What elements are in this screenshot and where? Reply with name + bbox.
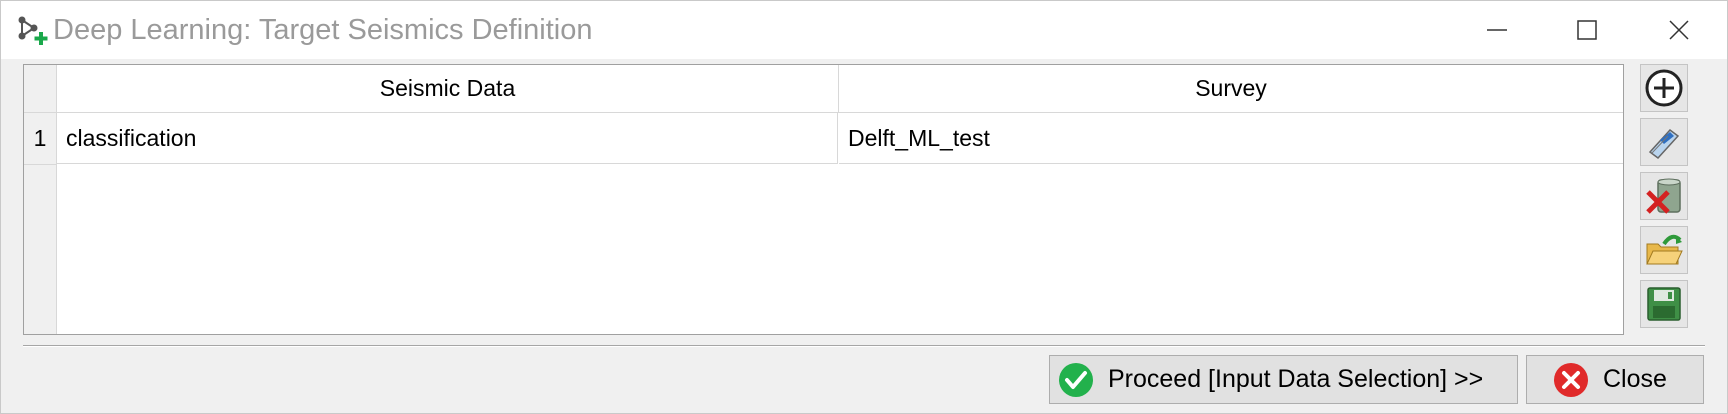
close-icon [1669, 20, 1689, 40]
column-header-survey[interactable]: Survey [839, 65, 1623, 113]
save-icon [1647, 287, 1681, 321]
separator-line [23, 345, 1705, 347]
cell-seismic-data[interactable]: classification [57, 113, 838, 164]
dialog-window: Deep Learning: Target Seismics Definitio… [0, 0, 1728, 414]
title-bar[interactable]: Deep Learning: Target Seismics Definitio… [1, 1, 1727, 59]
network-add-icon [18, 16, 48, 45]
edit-button[interactable] [1640, 118, 1688, 166]
column-header-seismic-data[interactable]: Seismic Data [57, 65, 839, 113]
proceed-label: Proceed [Input Data Selection] >> [1108, 365, 1484, 393]
open-folder-button[interactable] [1640, 226, 1688, 274]
maximize-icon [1577, 20, 1597, 40]
seismic-table[interactable]: Seismic Data Survey 1 classification Del… [23, 64, 1624, 335]
add-icon [1645, 69, 1683, 107]
proceed-button[interactable]: Proceed [Input Data Selection] >> [1049, 355, 1518, 404]
close-x-icon [1554, 362, 1588, 397]
cell-survey[interactable]: Delft_ML_test [839, 113, 1623, 164]
edit-icon [1648, 128, 1680, 160]
row-number[interactable]: 1 [24, 113, 56, 165]
open-folder-icon [1646, 234, 1683, 265]
close-button[interactable]: Close [1526, 355, 1704, 404]
save-button[interactable] [1640, 280, 1688, 328]
close-label: Close [1603, 365, 1667, 393]
delete-button[interactable] [1640, 172, 1688, 220]
minimize-icon [1487, 29, 1507, 31]
maximize-button[interactable] [1543, 1, 1631, 59]
close-window-button[interactable] [1635, 1, 1723, 59]
window-title: Deep Learning: Target Seismics Definitio… [53, 14, 593, 46]
delete-icon [1646, 178, 1681, 214]
corner-header[interactable] [24, 65, 56, 113]
minimize-button[interactable] [1453, 1, 1541, 59]
add-button[interactable] [1640, 64, 1688, 112]
checkmark-icon [1059, 362, 1093, 397]
